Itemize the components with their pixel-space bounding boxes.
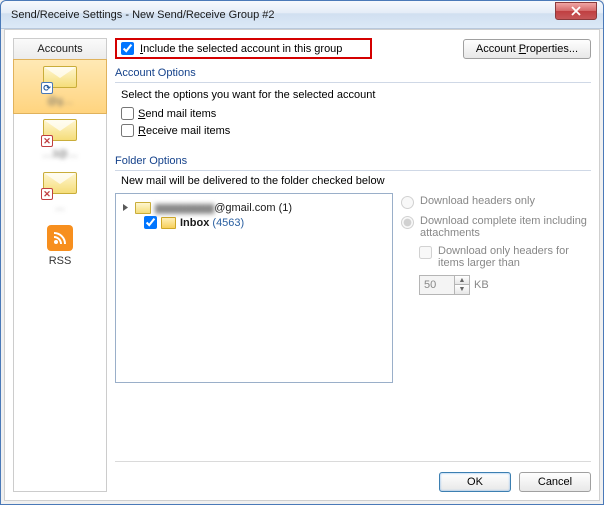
download-complete-row[interactable]: Download complete item including attachm… (401, 215, 591, 239)
envelope-icon: ⟳ (43, 66, 77, 92)
include-account-label: Include the selected account in this gro… (140, 43, 342, 55)
dialog-window: Send/Receive Settings - New Send/Receive… (0, 0, 604, 505)
folder-tree[interactable]: ▆▆▆▆▆▆▆@gmail.com (1) Inbox (4563) (115, 193, 393, 383)
receive-mail-checkbox[interactable] (121, 124, 134, 137)
close-button[interactable] (555, 2, 597, 20)
account-item-rss[interactable]: RSS (14, 219, 106, 273)
tree-node-inbox[interactable]: Inbox (4563) (144, 215, 386, 230)
download-headers-only-row[interactable]: Download headers only (401, 195, 591, 209)
ok-button[interactable]: OK (439, 472, 511, 492)
collapse-icon[interactable] (122, 203, 131, 212)
tree-root-label: ▆▆▆▆▆▆▆@gmail.com (1) (155, 201, 292, 214)
account-item[interactable]: ✕ …3@… (14, 113, 106, 166)
error-badge-icon: ✕ (41, 135, 53, 147)
accounts-list: ⟳ @g… ✕ …3@… ✕ … RSS (13, 60, 107, 492)
window-title: Send/Receive Settings - New Send/Receive… (11, 9, 555, 21)
error-badge-icon: ✕ (41, 188, 53, 200)
spin-up-icon[interactable]: ▲ (455, 276, 469, 285)
send-mail-label: Send mail items (138, 108, 216, 120)
dialog-footer: OK Cancel (115, 461, 591, 492)
download-headers-only-radio[interactable] (401, 196, 414, 209)
send-mail-checkbox-row[interactable]: Send mail items (121, 107, 585, 120)
spin-down-icon[interactable]: ▼ (455, 285, 469, 294)
inbox-label: Inbox (4563) (180, 217, 244, 229)
account-label: …3@… (42, 149, 78, 160)
account-item[interactable]: ⟳ @g… (13, 59, 107, 114)
receive-mail-label: Receive mail items (138, 125, 230, 137)
folder-options-title: Folder Options (115, 155, 591, 169)
main-pane: Include the selected account in this gro… (115, 38, 591, 492)
account-options-group: Account Options Select the options you w… (115, 67, 591, 145)
accounts-header-tab[interactable]: Accounts (13, 38, 107, 60)
download-complete-label: Download complete item including attachm… (420, 215, 591, 239)
folder-options-group: Folder Options New mail will be delivere… (115, 155, 591, 453)
size-input[interactable] (420, 276, 454, 294)
mailbox-icon (135, 202, 151, 214)
account-options-desc: Select the options you want for the sele… (121, 89, 585, 101)
account-properties-button[interactable]: Account Properties... (463, 39, 591, 59)
size-unit-label: KB (474, 279, 489, 291)
client-area: Accounts ⟳ @g… ✕ …3@… ✕ … (4, 29, 600, 501)
include-account-checkbox[interactable] (121, 42, 134, 55)
receive-mail-checkbox-row[interactable]: Receive mail items (121, 124, 585, 137)
envelope-icon: ✕ (43, 172, 77, 198)
folder-options-desc: New mail will be delivered to the folder… (121, 175, 591, 187)
accounts-sidebar: Accounts ⟳ @g… ✕ …3@… ✕ … (13, 38, 107, 492)
download-headers-only-label: Download headers only (420, 195, 535, 207)
size-spinner-row: ▲▼ KB (419, 275, 591, 295)
folder-icon (161, 217, 176, 229)
envelope-icon: ✕ (43, 119, 77, 145)
download-options: Download headers only Download complete … (401, 193, 591, 383)
rss-icon (47, 225, 73, 251)
tree-node-root[interactable]: ▆▆▆▆▆▆▆@gmail.com (1) (122, 200, 386, 215)
account-item[interactable]: ✕ … (14, 166, 106, 219)
size-spinner[interactable]: ▲▼ (419, 275, 470, 295)
download-only-headers-large-label: Download only headers for items larger t… (438, 245, 591, 269)
account-label: … (55, 202, 65, 213)
sync-badge-icon: ⟳ (41, 82, 53, 94)
inbox-checkbox[interactable] (144, 216, 157, 229)
include-account-checkbox-wrap[interactable]: Include the selected account in this gro… (115, 38, 372, 59)
download-only-headers-large-checkbox[interactable] (419, 246, 432, 259)
close-icon (571, 6, 581, 16)
account-options-title: Account Options (115, 67, 591, 81)
cancel-button[interactable]: Cancel (519, 472, 591, 492)
titlebar[interactable]: Send/Receive Settings - New Send/Receive… (1, 1, 603, 29)
account-label: @g… (47, 96, 73, 107)
top-row: Include the selected account in this gro… (115, 38, 591, 59)
download-complete-radio[interactable] (401, 216, 414, 229)
download-only-headers-large-row[interactable]: Download only headers for items larger t… (419, 245, 591, 269)
send-mail-checkbox[interactable] (121, 107, 134, 120)
account-label: RSS (49, 255, 72, 267)
